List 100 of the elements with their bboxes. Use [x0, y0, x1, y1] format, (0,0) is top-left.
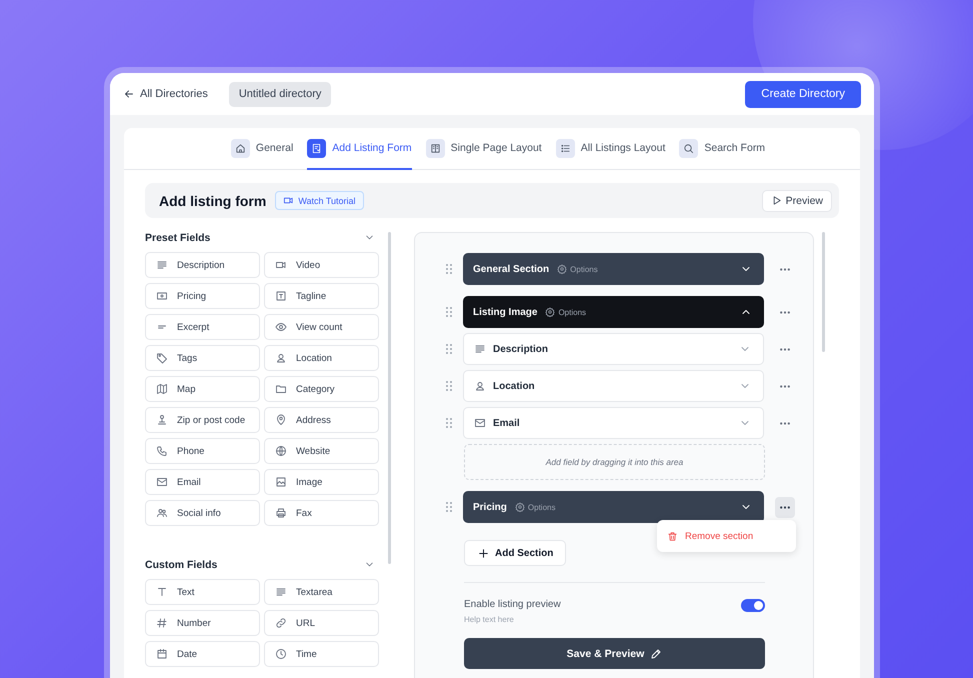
scrollbar[interactable]	[388, 232, 391, 564]
drag-handle-icon[interactable]	[446, 307, 452, 317]
lines-icon	[275, 586, 287, 598]
field-tile[interactable]: Category	[264, 376, 379, 402]
field-tile[interactable]: Tags	[145, 345, 260, 371]
tab[interactable]: Add Listing Form	[307, 128, 412, 170]
more-dots-icon	[780, 506, 790, 508]
gear-icon	[545, 307, 556, 317]
field-tile[interactable]: Textarea	[264, 579, 379, 605]
text-icon	[156, 586, 168, 598]
layout-icon	[430, 142, 441, 154]
list-icon	[560, 142, 571, 154]
drag-handle-icon[interactable]	[446, 418, 452, 428]
more-button[interactable]	[775, 496, 795, 518]
tab[interactable]: Search Form	[679, 128, 766, 170]
field-tile[interactable]: Date	[145, 641, 260, 667]
more-dots-icon	[780, 422, 790, 424]
setting-label: Enable listing preview	[464, 599, 562, 610]
custom-fields-heading: Custom Fields	[145, 558, 218, 570]
drag-handle-icon[interactable]	[446, 344, 452, 354]
form-icon	[311, 142, 322, 154]
printer-icon	[275, 507, 287, 519]
directory-name-chip: Untitled directory	[228, 82, 332, 106]
users-icon	[156, 507, 168, 519]
field-tile[interactable]: Location	[264, 345, 379, 371]
scrollbar[interactable]	[822, 232, 825, 352]
section-title: Pricing	[473, 502, 507, 512]
text-box-icon	[275, 290, 287, 302]
field-tile[interactable]: Time	[264, 641, 379, 667]
form-field-row[interactable]: Description	[463, 333, 764, 365]
mail-icon	[156, 476, 168, 488]
remove-section-item[interactable]: Remove section	[667, 530, 754, 542]
field-tile[interactable]: URL	[264, 610, 379, 636]
field-tile[interactable]: Phone	[145, 438, 260, 464]
home-icon	[234, 142, 246, 154]
field-tile[interactable]: Tagline	[264, 283, 379, 309]
calendar-icon	[156, 648, 168, 660]
person-pin-icon	[474, 380, 486, 392]
preset-fields-heading: Preset Fields	[145, 232, 210, 244]
field-tile[interactable]: View count	[264, 314, 379, 340]
field-tile[interactable]: Map	[145, 376, 260, 402]
field-tile[interactable]: Description	[145, 252, 260, 278]
section-header[interactable]: Listing Image Options	[463, 296, 764, 328]
add-section-button[interactable]: Add Section	[464, 540, 566, 566]
section-title: General Section	[473, 264, 550, 274]
mail-icon	[474, 417, 486, 429]
money-icon	[156, 290, 168, 302]
tab[interactable]: Single Page Layout	[426, 128, 542, 170]
form-title: Add listing form	[159, 192, 266, 208]
field-tile[interactable]: Image	[264, 469, 379, 495]
signpost-icon	[156, 414, 168, 426]
field-tile[interactable]: Social info	[145, 500, 260, 526]
preview-button[interactable]: Preview	[762, 190, 832, 212]
search-icon	[683, 142, 694, 154]
drag-handle-icon[interactable]	[446, 381, 452, 391]
drop-zone: Add field by dragging it into this area	[464, 444, 765, 480]
options-link[interactable]: Options	[545, 307, 586, 317]
form-field-row[interactable]: Email	[463, 407, 764, 439]
section-header[interactable]: General Section Options	[463, 253, 764, 285]
field-tile[interactable]: Website	[264, 438, 379, 464]
link-icon	[275, 617, 287, 629]
watch-tutorial-button[interactable]: Watch Tutorial	[275, 191, 364, 210]
drag-handle-icon[interactable]	[446, 502, 452, 512]
location-pin-icon	[275, 414, 287, 426]
back-link[interactable]: All Directories	[123, 88, 208, 100]
folder-icon	[275, 383, 287, 395]
trash-icon	[667, 530, 678, 542]
field-tile[interactable]: Number	[145, 610, 260, 636]
field-tile[interactable]: Excerpt	[145, 314, 260, 340]
gear-icon	[514, 502, 525, 512]
phone-icon	[156, 445, 168, 457]
options-link[interactable]: Options	[514, 502, 556, 512]
field-tile[interactable]: Address	[264, 407, 379, 433]
tab[interactable]: All Listings Layout	[556, 128, 666, 170]
field-tile[interactable]: Email	[145, 469, 260, 495]
tab[interactable]: General	[230, 128, 294, 170]
arrow-left-icon	[123, 88, 135, 100]
section-header[interactable]: Pricing Options	[463, 491, 764, 523]
save-preview-button[interactable]: Save & Preview	[464, 638, 765, 669]
person-pin-icon	[275, 352, 287, 364]
hash-icon	[156, 617, 168, 629]
create-directory-button[interactable]: Create Directory	[745, 80, 861, 108]
video-camera-icon	[283, 195, 294, 206]
field-tile[interactable]: Pricing	[145, 283, 260, 309]
lines-icon	[474, 343, 486, 355]
clock-icon	[275, 648, 287, 660]
more-dots-icon	[780, 310, 790, 314]
options-link[interactable]: Options	[557, 264, 598, 274]
field-tile[interactable]: Text	[145, 579, 260, 605]
field-tile[interactable]: Zip or post code	[145, 407, 260, 433]
field-tile[interactable]: Video	[264, 252, 379, 278]
globe-icon	[275, 445, 287, 457]
eye-icon	[275, 321, 287, 333]
map-icon	[156, 383, 168, 395]
drag-handle-icon[interactable]	[446, 264, 452, 274]
help-text: Help text here	[464, 615, 515, 624]
form-field-row[interactable]: Location	[463, 370, 764, 402]
field-tile[interactable]: Fax	[264, 500, 379, 526]
gear-icon	[557, 264, 568, 274]
toggle-switch[interactable]	[741, 599, 765, 612]
